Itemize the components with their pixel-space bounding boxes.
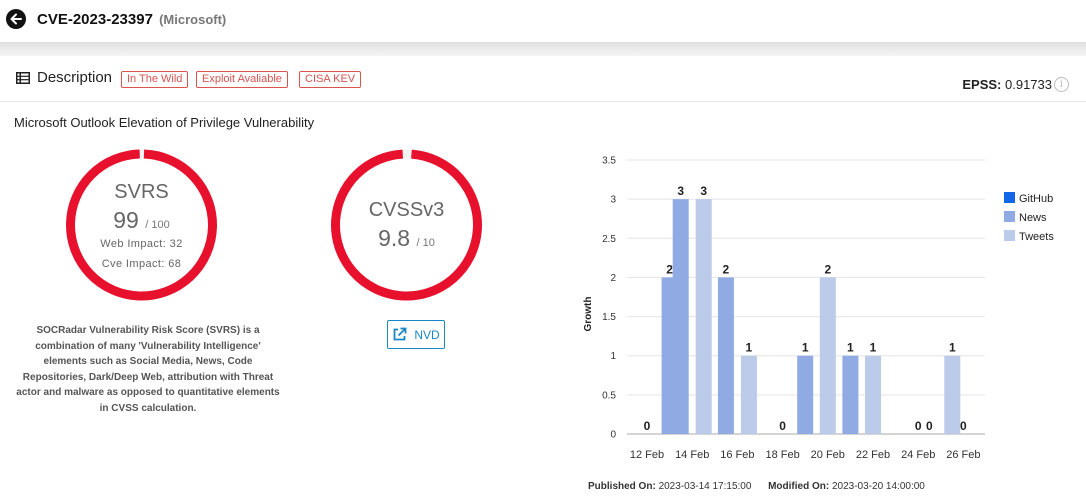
x-tick-label: 20 Feb [811, 449, 845, 461]
bar-tweets [740, 355, 757, 434]
legend-swatch-tweets [1004, 230, 1015, 241]
bar-value-label: 3 [677, 184, 684, 198]
bar-value-label: 1 [746, 341, 753, 355]
cve-vendor: (Microsoft) [159, 12, 227, 27]
y-axis-label: Growth [583, 297, 594, 332]
bar-tweets [819, 277, 836, 434]
legend-swatch-github [1004, 192, 1015, 203]
cvss-score: 9.8 / 10 [330, 225, 483, 252]
bar-value-label: 1 [949, 341, 956, 355]
bar-value-label: 1 [802, 341, 809, 355]
vulnerability-description: Microsoft Outlook Elevation of Privilege… [14, 115, 315, 130]
modified-value: 2023-03-20 14:00:00 [831, 481, 925, 492]
x-tick-label: 24 Feb [901, 449, 935, 461]
nvd-button[interactable]: NVD [387, 320, 445, 349]
y-tick-label: 3 [610, 195, 616, 206]
bar-news [672, 199, 689, 434]
cve-id: CVE-2023-23397 [37, 11, 153, 28]
bar-value-label: 0 [644, 419, 651, 433]
bar-value-label: 0 [779, 419, 786, 433]
epss-label: EPSS: [962, 77, 1002, 92]
cvss-score-max: / 10 [416, 237, 435, 249]
svrs-cve-impact: Cve Impact: 68 [101, 258, 182, 270]
x-tick-label: 26 Feb [946, 449, 980, 461]
svrs-web-impact: Web Impact: 32 [100, 238, 183, 250]
y-tick-label: 3.5 [602, 156, 616, 167]
y-tick-label: 2 [610, 273, 616, 284]
bar-value-label: 2 [723, 262, 730, 276]
back-button[interactable] [6, 9, 26, 29]
bar-value-label: 1 [847, 341, 854, 355]
x-tick-label: 12 Feb [630, 449, 664, 461]
bar-value-label: 2 [824, 262, 831, 276]
cvss-score-value: 9.8 [378, 225, 411, 251]
svrs-score-value: 99 [113, 207, 139, 233]
cve-title: CVE-2023-23397 (Microsoft) [37, 11, 226, 28]
tag-in-the-wild: In The Wild [121, 71, 189, 88]
tag-cisa-kev: CISA KEV [299, 71, 362, 88]
svrs-score-max: / 100 [145, 219, 170, 231]
y-tick-label: 0 [610, 430, 616, 441]
growth-bar-chart: 0 0.5 1 1.5 2 2.5 3 3.5 Growth 12 Feb 14 Feb 16 Feb… [583, 156, 1054, 462]
x-tick-label: 16 Feb [720, 449, 754, 461]
bar-value-label: 0 [926, 419, 933, 433]
svrs-explanation: SOCRadar Vulnerability Risk Score (SVRS)… [16, 325, 280, 414]
y-tick-label: 2.5 [602, 234, 616, 245]
info-icon[interactable]: i [1054, 77, 1069, 92]
description-title: Description [37, 69, 113, 86]
y-tick-label: 0.5 [602, 390, 616, 401]
epss-value: 0.91733 [1005, 77, 1052, 92]
x-tick-label: 22 Feb [856, 449, 890, 461]
legend-label: GitHub [1019, 193, 1053, 205]
tag-exploit-available: Exploit Avaliable [196, 71, 288, 88]
published-label: Published On: [588, 481, 656, 492]
x-tick-label: 14 Feb [675, 449, 709, 461]
cvss-label: CVSSv3 [368, 199, 445, 221]
external-link-icon [393, 327, 407, 341]
legend-label: News [1019, 212, 1047, 224]
published-value: 2023-03-14 17:15:00 [658, 481, 752, 492]
table-list-icon [16, 72, 30, 84]
legend-swatch-news [1004, 211, 1015, 222]
bar-tweets [695, 199, 712, 434]
svrs-gauge: SVRS 99 / 100 Web Impact: 32 Cve Impact:… [65, 146, 218, 304]
bar-value-label: 2 [666, 262, 673, 276]
bar-tweets [944, 355, 961, 434]
top-bar: CVE-2023-23397 (Microsoft) [0, 0, 1086, 42]
description-header: Description In The Wild Exploit Avaliabl… [0, 58, 1086, 102]
bar-value-label: 3 [700, 184, 707, 198]
bar-value-label: 1 [870, 341, 877, 355]
x-tick-label: 18 Feb [765, 449, 799, 461]
bar-news [717, 277, 734, 434]
bar-news [842, 355, 859, 434]
nvd-button-label: NVD [414, 327, 440, 342]
y-tick-label: 1.5 [602, 312, 616, 323]
cvss-gauge: CVSSv3 9.8 / 10 [330, 146, 483, 304]
svrs-label: SVRS [114, 181, 169, 203]
bar-tweets [865, 355, 881, 434]
bar-news [797, 355, 814, 434]
svrs-score: 99 / 100 [65, 207, 218, 234]
header-divider [0, 42, 1086, 56]
dates-footer: Published On: 2023-03-14 17:15:00 Modifi… [588, 481, 925, 492]
epss-score: EPSS: 0.91733 [962, 77, 1052, 92]
y-tick-label: 1 [610, 351, 616, 362]
legend-label: Tweets [1019, 231, 1054, 243]
bar-value-label: 0 [960, 419, 967, 433]
arrow-left-icon [10, 13, 22, 25]
bar-value-label: 0 [915, 419, 922, 433]
modified-label: Modified On: [768, 481, 830, 492]
